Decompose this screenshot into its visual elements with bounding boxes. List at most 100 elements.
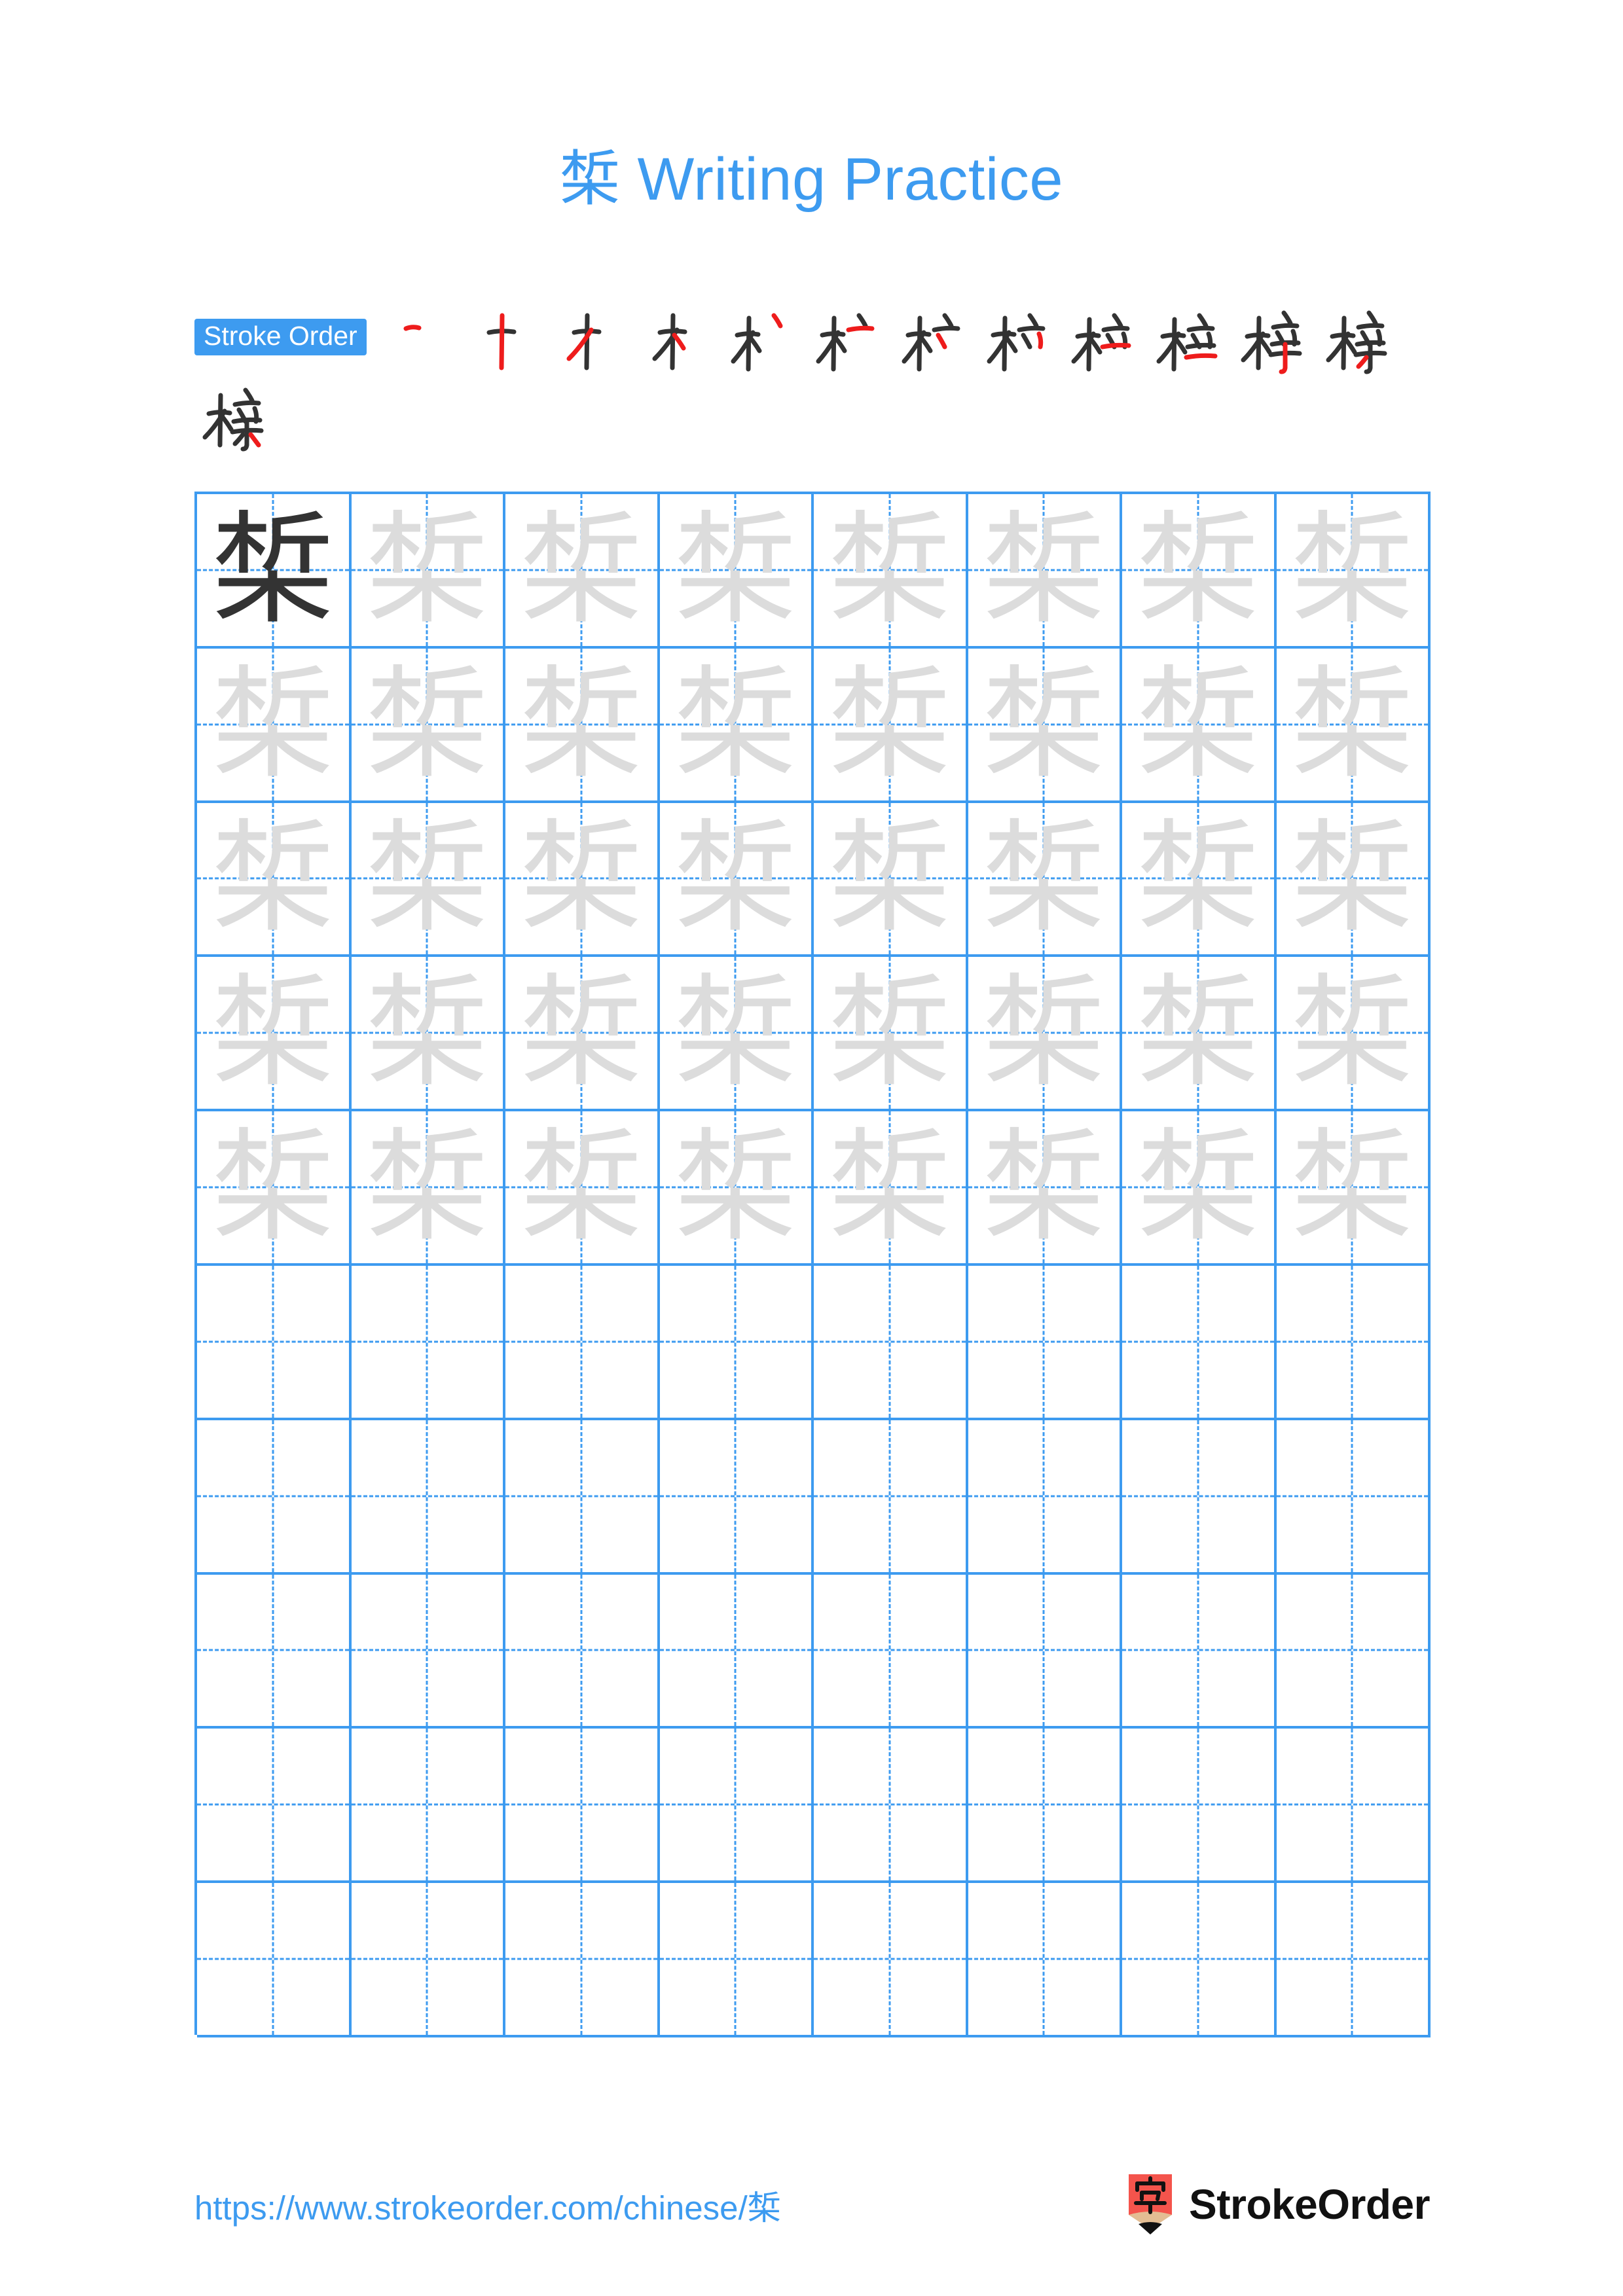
grid-cell[interactable] xyxy=(197,1420,352,1575)
grid-cell[interactable]: 椞 xyxy=(659,802,814,958)
brand-logo[interactable]: StrokeOrder xyxy=(1126,2174,1430,2234)
grid-cell[interactable]: 椞 xyxy=(1276,1111,1431,1266)
grid-cell[interactable]: 椞 xyxy=(505,648,660,803)
grid-cell[interactable] xyxy=(968,1420,1122,1575)
grid-cell[interactable] xyxy=(1276,1420,1431,1575)
grid-cell[interactable] xyxy=(659,1420,814,1575)
grid-cell[interactable]: 椞 xyxy=(351,494,505,649)
grid-cell[interactable]: 椞 xyxy=(505,957,660,1112)
stroke-step-3 xyxy=(549,301,632,378)
grid-row: 椞 椞 椞 椞 椞 椞 椞 椞 xyxy=(197,648,1431,803)
grid-cell[interactable] xyxy=(968,1883,1122,2037)
grid-cell[interactable]: 椞 xyxy=(659,494,814,649)
grid-cell[interactable] xyxy=(814,1574,968,1729)
grid-row: 椞 椞 椞 椞 椞 椞 椞 椞 xyxy=(197,1111,1431,1266)
grid-cell[interactable]: 椞 xyxy=(351,957,505,1112)
grid-cell[interactable] xyxy=(659,1883,814,2037)
grid-cell[interactable] xyxy=(197,1574,352,1729)
grid-cell[interactable] xyxy=(1122,1883,1277,2037)
stroke-step-10 xyxy=(1147,301,1230,378)
grid-cell[interactable]: 椞 xyxy=(197,1111,352,1266)
grid-cell[interactable] xyxy=(659,1574,814,1729)
grid-cell[interactable] xyxy=(814,1265,968,1420)
grid-cell[interactable]: 椞 xyxy=(968,1111,1122,1266)
grid-cell[interactable] xyxy=(968,1574,1122,1729)
grid-cell[interactable] xyxy=(351,1729,505,1884)
grid-cell[interactable] xyxy=(351,1574,505,1729)
grid-cell[interactable]: 椞 xyxy=(968,957,1122,1112)
grid-cell[interactable]: 椞 xyxy=(814,802,968,958)
grid-cell[interactable] xyxy=(1276,1883,1431,2037)
grid-cell[interactable] xyxy=(505,1729,660,1884)
stroke-step-1 xyxy=(378,301,461,378)
grid-cell[interactable] xyxy=(505,1883,660,2037)
grid-cell[interactable]: 椞 xyxy=(814,648,968,803)
stroke-step-8 xyxy=(976,301,1059,378)
grid-cell[interactable] xyxy=(197,1729,352,1884)
grid-cell[interactable]: 椞 xyxy=(197,802,352,958)
grid-cell[interactable]: 椞 xyxy=(505,802,660,958)
cell-character: 椞 xyxy=(674,653,797,795)
grid-cell[interactable]: 椞 xyxy=(968,802,1122,958)
grid-cell[interactable] xyxy=(659,1265,814,1420)
grid-cell[interactable]: 椞 xyxy=(197,957,352,1112)
grid-cell[interactable]: 椞 xyxy=(351,648,505,803)
grid-cell[interactable] xyxy=(1122,1420,1277,1575)
grid-cell[interactable]: 椞 xyxy=(505,1111,660,1266)
cell-character: 椞 xyxy=(828,653,951,795)
cell-character: 椞 xyxy=(520,807,642,950)
cell-character: 椞 xyxy=(366,498,488,641)
grid-cell[interactable]: 椞 xyxy=(968,648,1122,803)
grid-cell[interactable]: 椞 xyxy=(351,1111,505,1266)
practice-grid: 椞 椞 椞 椞 椞 椞 椞 椞 椞 椞 椞 椞 椞 椞 椞 椞 椞 椞 椞 椞 … xyxy=(194,492,1431,2037)
grid-cell[interactable]: 椞 xyxy=(1122,802,1277,958)
grid-cell[interactable] xyxy=(197,1265,352,1420)
grid-cell[interactable] xyxy=(351,1420,505,1575)
grid-cell[interactable] xyxy=(814,1729,968,1884)
cell-character: 椞 xyxy=(1137,653,1259,795)
grid-cell[interactable]: 椞 xyxy=(1276,802,1431,958)
grid-cell[interactable] xyxy=(814,1420,968,1575)
grid-cell[interactable] xyxy=(1122,1729,1277,1884)
grid-cell[interactable]: 椞 xyxy=(505,494,660,649)
grid-cell[interactable]: 椞 xyxy=(968,494,1122,649)
footer-url-link[interactable]: https://www.strokeorder.com/chinese/椞 xyxy=(194,2181,781,2229)
grid-cell[interactable]: 椞 xyxy=(1122,1111,1277,1266)
grid-cell[interactable]: 椞 xyxy=(351,802,505,958)
grid-cell[interactable]: 椞 xyxy=(814,1111,968,1266)
grid-cell[interactable]: 椞 xyxy=(814,957,968,1112)
stroke-order-flow: Stroke Order xyxy=(194,301,1432,456)
grid-cell[interactable] xyxy=(1276,1265,1431,1420)
grid-cell[interactable] xyxy=(1122,1265,1277,1420)
grid-cell[interactable] xyxy=(505,1265,660,1420)
cell-character: 椞 xyxy=(1137,961,1259,1104)
grid-cell[interactable]: 椞 xyxy=(1276,648,1431,803)
grid-cell[interactable]: 椞 xyxy=(814,494,968,649)
grid-cell[interactable]: 椞 xyxy=(197,494,352,649)
grid-cell[interactable]: 椞 xyxy=(1122,648,1277,803)
stroke-step-9 xyxy=(1062,301,1144,378)
grid-cell[interactable] xyxy=(659,1729,814,1884)
grid-cell[interactable]: 椞 xyxy=(197,648,352,803)
grid-cell[interactable] xyxy=(505,1574,660,1729)
grid-cell[interactable] xyxy=(197,1883,352,2037)
grid-cell[interactable]: 椞 xyxy=(659,1111,814,1266)
grid-cell[interactable] xyxy=(351,1265,505,1420)
grid-cell[interactable] xyxy=(968,1729,1122,1884)
grid-cell[interactable]: 椞 xyxy=(1122,494,1277,649)
grid-cell[interactable] xyxy=(505,1420,660,1575)
stroke-step-6 xyxy=(805,301,888,378)
grid-cell[interactable] xyxy=(968,1265,1122,1420)
page-title: 椞 Writing Practice xyxy=(559,145,1064,213)
grid-cell[interactable]: 椞 xyxy=(1122,957,1277,1112)
grid-cell[interactable] xyxy=(1276,1574,1431,1729)
grid-cell[interactable] xyxy=(351,1883,505,2037)
grid-cell[interactable]: 椞 xyxy=(659,957,814,1112)
grid-cell[interactable] xyxy=(1122,1574,1277,1729)
grid-cell[interactable] xyxy=(1276,1729,1431,1884)
grid-cell[interactable]: 椞 xyxy=(1276,957,1431,1112)
grid-cell[interactable]: 椞 xyxy=(1276,494,1431,649)
cell-character: 椞 xyxy=(828,1116,951,1259)
grid-cell[interactable] xyxy=(814,1883,968,2037)
grid-cell[interactable]: 椞 xyxy=(659,648,814,803)
